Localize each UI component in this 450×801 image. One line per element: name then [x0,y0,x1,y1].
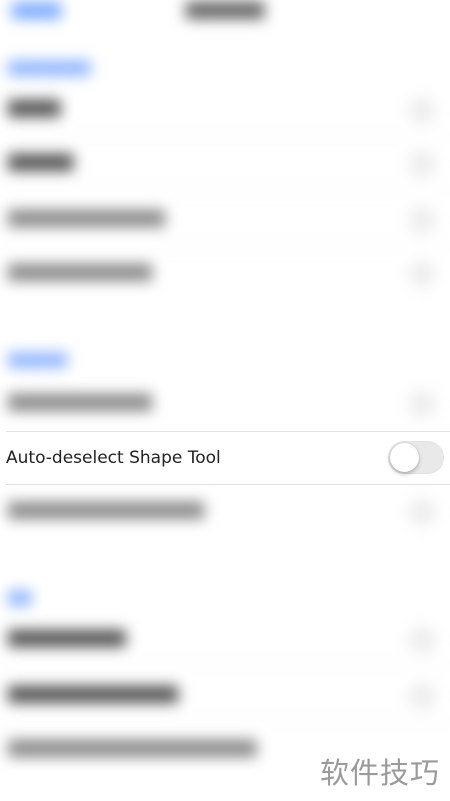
row-accessory-blurred [408,626,436,654]
auto-deselect-shape-tool-label: Auto-deselect Shape Tool [6,448,221,468]
watermark: 软件技巧 [315,734,450,801]
blurred-settings-background: ▇▇▇▇ ▇▇▇▇▇▇ ▇▇▇▇▇▇▇ ▇▇▇▇ ▇▇▇▇▇ ▇▇▇▇▇▇▇▇▇… [0,0,450,801]
settings-row-blurred: ▇▇▇▇ [8,98,61,118]
row-accessory-blurred [408,498,436,526]
settings-row-blurred: ▇▇▇▇▇ [8,152,74,172]
auto-deselect-shape-tool-row: Auto-deselect Shape Tool [0,431,450,485]
settings-row-blurred: ▇▇▇▇▇▇▇▇▇▇▇▇▇ [8,684,178,704]
row-accessory-blurred [408,390,436,418]
toggle-knob [390,443,419,472]
watermark-text: 软件技巧 [320,756,441,790]
row-top-divider [6,431,450,432]
section-header-blurred: ▇▇▇▇▇▇▇ [8,58,91,76]
nav-title-blurred: ▇▇▇▇▇▇ [185,0,265,20]
settings-row-blurred: ▇▇▇▇▇▇▇▇▇▇▇▇▇▇▇▇▇▇▇ [8,738,257,758]
row-bottom-divider [6,484,450,485]
settings-row-blurred: ▇▇▇▇▇▇▇▇▇▇▇ [8,392,152,412]
row-accessory-blurred [408,682,436,710]
settings-row-blurred: ▇▇▇▇▇▇▇▇▇▇▇ [8,262,152,282]
nav-bar: ▇▇▇▇ ▇▇▇▇▇▇ [0,0,450,40]
divider [6,720,450,721]
section-header-blurred: ▇▇▇▇▇ [8,350,68,368]
row-accessory-blurred [408,96,436,124]
row-accessory-blurred [408,206,436,234]
section-header-blurred: ▇▇ [8,588,32,606]
settings-row-blurred: ▇▇▇▇▇▇▇▇▇▇▇▇▇▇▇ [8,500,205,520]
settings-row-blurred: ▇▇▇▇▇▇▇▇▇▇▇▇ [8,208,165,228]
divider [6,244,450,245]
settings-row-blurred: ▇▇▇▇▇▇▇▇▇ [8,628,126,648]
divider [6,134,450,135]
auto-deselect-shape-tool-toggle[interactable] [388,441,444,474]
divider [6,664,450,665]
row-accessory-blurred [408,260,436,288]
row-accessory-blurred [408,150,436,178]
divider [6,188,450,189]
